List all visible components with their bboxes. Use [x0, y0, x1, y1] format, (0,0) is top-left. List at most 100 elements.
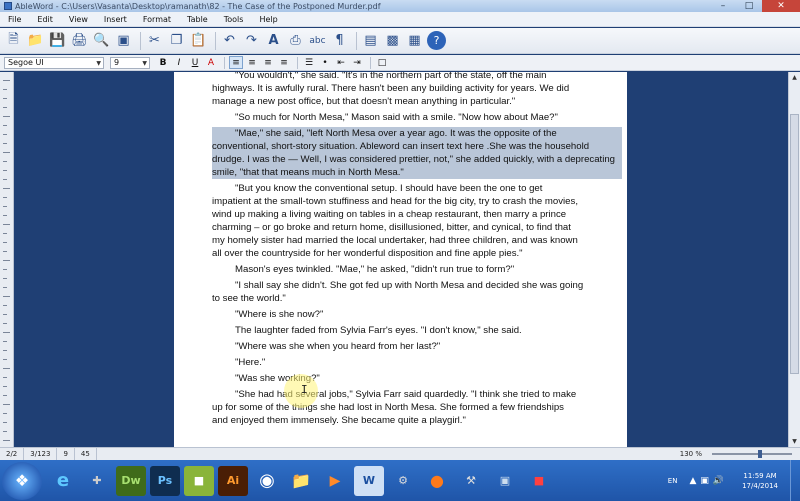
taskbar-app-photoshop[interactable]: Ps: [150, 465, 180, 496]
taskbar-app-dreamweaver2[interactable]: ■: [184, 465, 214, 496]
paragraph[interactable]: "Here.": [212, 356, 622, 369]
taskbar-app-red[interactable]: ■: [524, 466, 554, 496]
new-document-icon[interactable]: 🗎: [4, 31, 23, 50]
scroll-up-icon[interactable]: ▲: [789, 72, 800, 83]
ruler-tick: [3, 161, 7, 162]
taskbar-app-tool[interactable]: ⚙: [388, 466, 418, 496]
vertical-scrollbar[interactable]: ▲ ▼: [788, 72, 800, 447]
decrease-indent-icon[interactable]: ⇤: [334, 56, 348, 69]
paragraph[interactable]: "You wouldn't," she said. "It's in the n…: [212, 72, 622, 108]
menu-bar: File Edit View Insert Format Table Tools…: [0, 12, 800, 27]
table-icon[interactable]: ▦: [405, 31, 424, 50]
spell-check-icon[interactable]: abc: [308, 31, 327, 50]
maximize-button[interactable]: □: [736, 0, 762, 12]
font-size-select[interactable]: 9 ▼: [110, 56, 150, 69]
help-icon[interactable]: ?: [427, 31, 446, 50]
tray-icons[interactable]: ▲▣🔊: [689, 476, 728, 486]
paragraph[interactable]: "Where is she now?": [212, 308, 622, 321]
paragraph[interactable]: "So much for North Mesa," Mason said wit…: [212, 111, 622, 124]
scroll-down-icon[interactable]: ▼: [789, 436, 800, 447]
align-center-icon[interactable]: ≡: [245, 56, 259, 69]
open-folder-icon[interactable]: 📁: [26, 31, 45, 50]
menu-format[interactable]: Format: [135, 15, 179, 24]
close-button[interactable]: ✕: [762, 0, 800, 12]
clock[interactable]: 11:59 AM 17/4/2014: [742, 471, 778, 491]
menu-view[interactable]: View: [61, 15, 96, 24]
copy-icon[interactable]: ❐: [167, 31, 186, 50]
text-line: impatient at the small-town stuffiness a…: [212, 196, 578, 207]
numbered-list-icon[interactable]: ☰: [302, 56, 316, 69]
font-icon[interactable]: A: [264, 31, 283, 50]
taskbar-app-folder[interactable]: 📁: [286, 466, 316, 496]
paragraph-mark-icon[interactable]: ¶: [330, 31, 349, 50]
paragraph[interactable]: The laughter faded from Sylvia Farr's ey…: [212, 324, 622, 337]
taskbar-app-illustrator[interactable]: Ai: [218, 465, 248, 496]
taskbar-app-tools[interactable]: ✚: [82, 466, 112, 496]
paragraph[interactable]: Mason's eyes twinkled. "Mae," he asked, …: [212, 263, 622, 276]
ruler-tick: [3, 359, 7, 360]
undo-icon[interactable]: ↶: [220, 31, 239, 50]
paste-icon[interactable]: 📋: [189, 31, 208, 50]
ruler-tick: [3, 170, 7, 171]
save-icon[interactable]: 💾: [48, 31, 67, 50]
align-right-icon[interactable]: ≡: [261, 56, 275, 69]
taskbar-app-chrome[interactable]: ◉: [252, 466, 282, 496]
ruler-tick: [3, 278, 7, 279]
text-line: my homely sister had married the local u…: [212, 235, 578, 246]
underline-button[interactable]: U: [188, 56, 202, 69]
show-desktop-button[interactable]: [790, 460, 800, 501]
chevron-down-icon: ▼: [142, 59, 147, 67]
menu-help[interactable]: Help: [251, 15, 285, 24]
menu-tools[interactable]: Tools: [216, 15, 252, 24]
paragraph[interactable]: "But you know the conventional setup. I …: [212, 182, 622, 260]
paragraph[interactable]: "Where was she when you heard from her l…: [212, 340, 622, 353]
taskbar-app-word[interactable]: W: [354, 465, 384, 496]
font-name-select[interactable]: Segoe UI ▼: [4, 56, 104, 69]
menu-file[interactable]: File: [0, 15, 29, 24]
justify-icon[interactable]: ≡: [277, 56, 291, 69]
borders-icon[interactable]: □: [375, 56, 389, 69]
zoom-slider-knob[interactable]: [758, 450, 762, 458]
cut-icon[interactable]: ✂: [145, 31, 164, 50]
minimize-button[interactable]: –: [710, 0, 736, 12]
scrollbar-thumb[interactable]: [790, 114, 799, 374]
zoom-slider[interactable]: [712, 450, 792, 458]
taskbar-app-firefox[interactable]: ●: [422, 466, 452, 496]
italic-button[interactable]: I: [172, 56, 186, 69]
start-button[interactable]: ❖: [2, 461, 42, 500]
language-indicator[interactable]: EN: [668, 477, 678, 485]
font-color-button[interactable]: A: [204, 56, 218, 69]
ruler-tick: [3, 386, 7, 387]
document-text[interactable]: "You wouldn't," she said. "It's in the n…: [212, 72, 622, 430]
show-hide-icon[interactable]: ▤: [361, 31, 380, 50]
taskbar-app-tool2[interactable]: ⚒: [456, 466, 486, 496]
redo-icon[interactable]: ↷: [242, 31, 261, 50]
paragraph[interactable]: "Was she working?": [212, 372, 622, 385]
paragraph[interactable]: "I shall say she didn't. She got fed up …: [212, 279, 622, 305]
menu-table[interactable]: Table: [179, 15, 216, 24]
bold-button[interactable]: B: [156, 56, 170, 69]
find-icon[interactable]: ⎙: [286, 31, 305, 50]
bullet-list-icon[interactable]: •: [318, 56, 332, 69]
text-line: "Where is she now?": [235, 309, 324, 320]
print-icon[interactable]: 🖨: [70, 31, 89, 50]
ruler-tick: [3, 242, 7, 243]
paragraph[interactable]: "Mae," she said, "left North Mesa over a…: [212, 127, 622, 179]
print-preview-icon[interactable]: 🔍: [92, 31, 111, 50]
menu-edit[interactable]: Edit: [29, 15, 61, 24]
zoom-level[interactable]: 130 %: [680, 450, 706, 458]
taskbar-app-ie[interactable]: e: [48, 466, 78, 496]
image-icon[interactable]: ▣: [114, 31, 133, 50]
ruler-tick: [3, 305, 7, 306]
taskbar-app-window[interactable]: ▣: [490, 466, 520, 496]
toolbar-separator: [140, 31, 141, 50]
menu-insert[interactable]: Insert: [96, 15, 135, 24]
paragraph[interactable]: "She had had several jobs," Sylvia Farr …: [212, 388, 622, 427]
insert-image-icon[interactable]: ▩: [383, 31, 402, 50]
align-left-icon[interactable]: ≡: [229, 56, 243, 69]
taskbar-app-dreamweaver[interactable]: Dw: [116, 465, 146, 496]
text-line: highways. It is awfully rural. There has…: [212, 83, 570, 94]
document-page[interactable]: "You wouldn't," she said. "It's in the n…: [174, 72, 627, 447]
taskbar-app-media[interactable]: ▶: [320, 466, 350, 496]
increase-indent-icon[interactable]: ⇥: [350, 56, 364, 69]
